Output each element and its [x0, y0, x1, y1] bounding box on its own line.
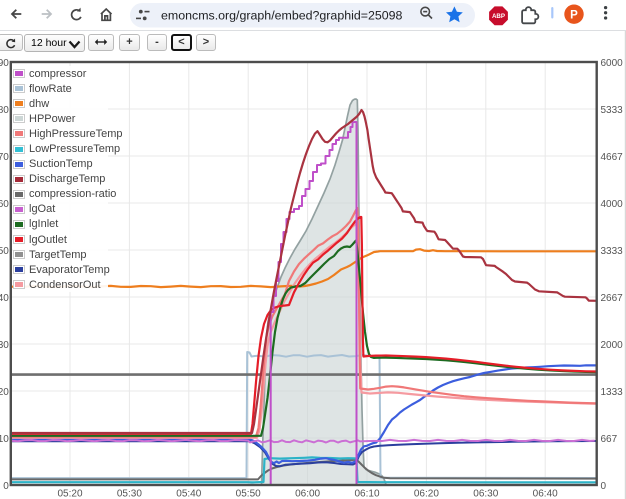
svg-text:06:00: 06:00: [295, 489, 320, 499]
svg-text:5333: 5333: [601, 105, 624, 116]
svg-text:0: 0: [601, 481, 607, 492]
svg-text:06:40: 06:40: [533, 489, 558, 499]
svg-text:4000: 4000: [601, 199, 624, 210]
svg-text:667: 667: [601, 434, 618, 445]
svg-text:30: 30: [0, 340, 9, 351]
svg-text:emoncms.org/graph/embed?graphi: emoncms.org/graph/embed?graphid=25098: [161, 8, 403, 22]
svg-text:2667: 2667: [601, 293, 624, 304]
svg-text:20: 20: [0, 387, 9, 398]
svg-text:40: 40: [0, 293, 9, 304]
svg-text:0: 0: [3, 481, 9, 492]
svg-text:2000: 2000: [601, 340, 624, 351]
svg-text:70: 70: [0, 152, 9, 163]
svg-text:6000: 6000: [601, 58, 624, 69]
svg-text:10: 10: [0, 434, 9, 445]
svg-text:60: 60: [0, 199, 9, 210]
svg-text:06:30: 06:30: [473, 489, 498, 499]
svg-text:06:10: 06:10: [354, 489, 379, 499]
svg-text:50: 50: [0, 246, 9, 257]
svg-text:P: P: [570, 9, 578, 21]
svg-text:05:20: 05:20: [57, 489, 82, 499]
svg-text:80: 80: [0, 105, 9, 116]
svg-text:3333: 3333: [601, 246, 624, 257]
svg-text:90: 90: [0, 58, 9, 69]
svg-text:05:40: 05:40: [176, 489, 201, 499]
svg-text:05:30: 05:30: [117, 489, 142, 499]
svg-text:4667: 4667: [601, 152, 624, 163]
svg-text:1333: 1333: [601, 387, 624, 398]
svg-text:06:20: 06:20: [414, 489, 439, 499]
svg-text:05:50: 05:50: [236, 489, 261, 499]
svg-text:ABP: ABP: [492, 13, 505, 20]
